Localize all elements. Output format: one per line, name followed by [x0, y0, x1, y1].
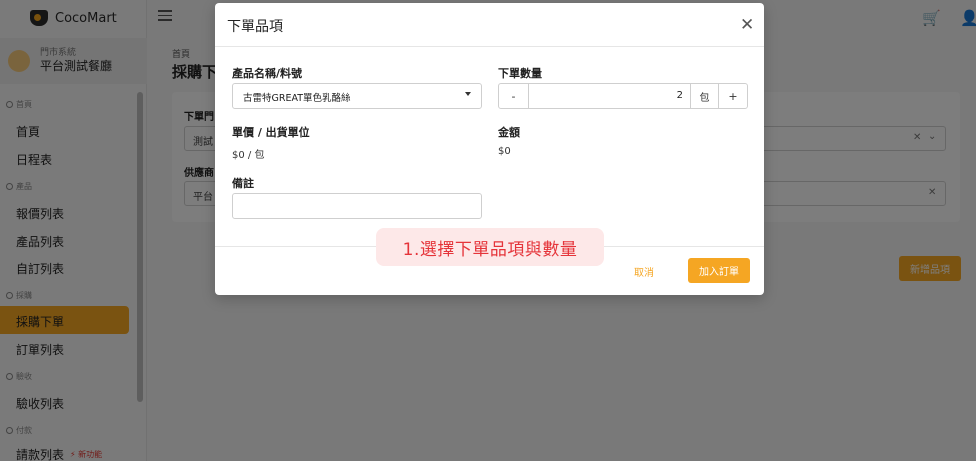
modal-header: 下單品項 ✕: [215, 3, 764, 47]
unit-price-label: 單價 / 出貨單位: [232, 126, 310, 139]
quantity-decrease-button[interactable]: -: [499, 84, 529, 108]
close-icon[interactable]: ✕: [740, 15, 754, 35]
product-label: 產品名稱/料號: [232, 67, 303, 80]
add-to-order-button[interactable]: 加入訂單: [688, 258, 750, 283]
remark-label: 備註: [232, 177, 254, 190]
caret-down-icon[interactable]: [465, 92, 471, 96]
amount-label: 金額: [498, 126, 520, 139]
cancel-button[interactable]: 取消: [634, 264, 654, 279]
remark-input[interactable]: [232, 193, 482, 219]
quantity-stepper: - 2 包 +: [498, 83, 748, 109]
product-select[interactable]: 古雷特GREAT單色乳酪絲: [232, 83, 482, 109]
instruction-callout: 1.選擇下單品項與數量: [376, 228, 604, 266]
quantity-label: 下單數量: [498, 67, 542, 80]
amount-value: $0: [498, 146, 511, 157]
modal-title: 下單品項: [227, 19, 283, 35]
quantity-unit: 包: [690, 84, 718, 108]
quantity-input[interactable]: 2: [529, 84, 690, 108]
unit-price-value: $0 / 包: [232, 150, 265, 161]
quantity-increase-button[interactable]: +: [718, 84, 747, 108]
